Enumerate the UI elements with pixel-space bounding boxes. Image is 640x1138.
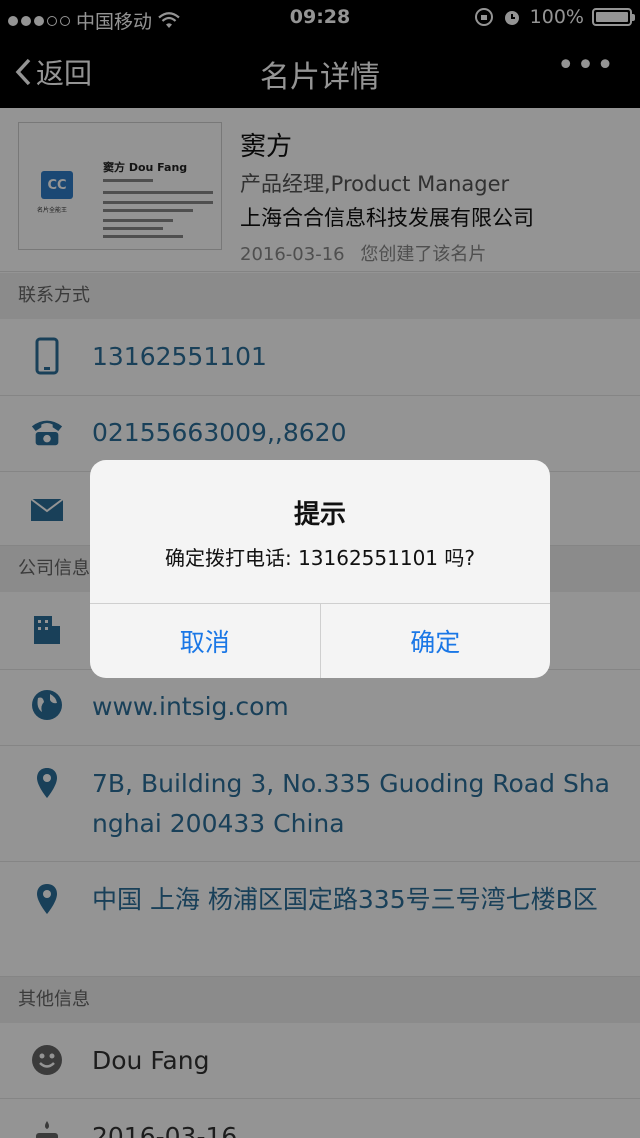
confirm-button[interactable]: 确定 (319, 604, 551, 678)
dialog-buttons: 取消 确定 (90, 603, 550, 678)
call-confirm-dialog: 提示 确定拨打电话: 13162551101 吗? 取消 确定 (90, 460, 550, 678)
dialog-message: 确定拨打电话: 13162551101 吗? (164, 546, 476, 570)
cancel-button[interactable]: 取消 (90, 604, 320, 678)
dialog-title: 提示 (293, 500, 346, 530)
